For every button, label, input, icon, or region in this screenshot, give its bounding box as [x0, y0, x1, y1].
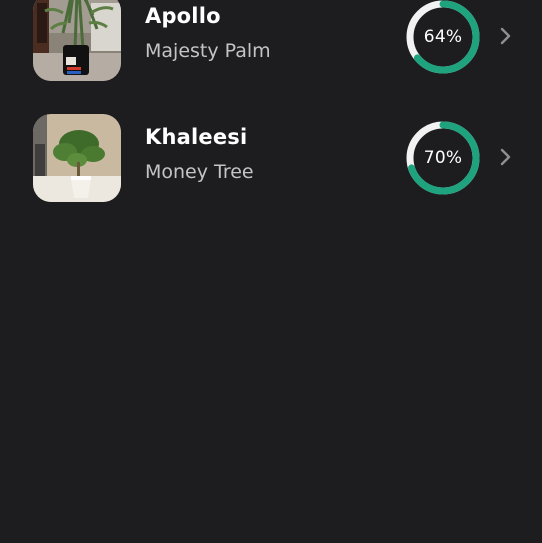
plant-photo	[33, 0, 121, 81]
plant-species: Money Tree	[145, 161, 254, 183]
plant-list: Apollo Majesty Palm 64% Khaleesi Money T…	[0, 0, 542, 543]
plant-name: Khaleesi	[145, 125, 248, 149]
plant-row-apollo[interactable]: Apollo Majesty Palm 64%	[0, 0, 542, 82]
health-progress-ring: 70%	[405, 120, 481, 196]
progress-percent: 64%	[423, 27, 463, 47]
plant-photo	[33, 114, 121, 202]
progress-percent: 70%	[423, 148, 463, 168]
plant-row-khaleesi[interactable]: Khaleesi Money Tree 70%	[0, 113, 542, 203]
plant-species: Majesty Palm	[145, 40, 271, 62]
chevron-right-icon[interactable]	[497, 25, 515, 47]
plant-name: Apollo	[145, 4, 221, 28]
health-progress-ring: 64%	[405, 0, 481, 75]
chevron-right-icon[interactable]	[497, 146, 515, 168]
